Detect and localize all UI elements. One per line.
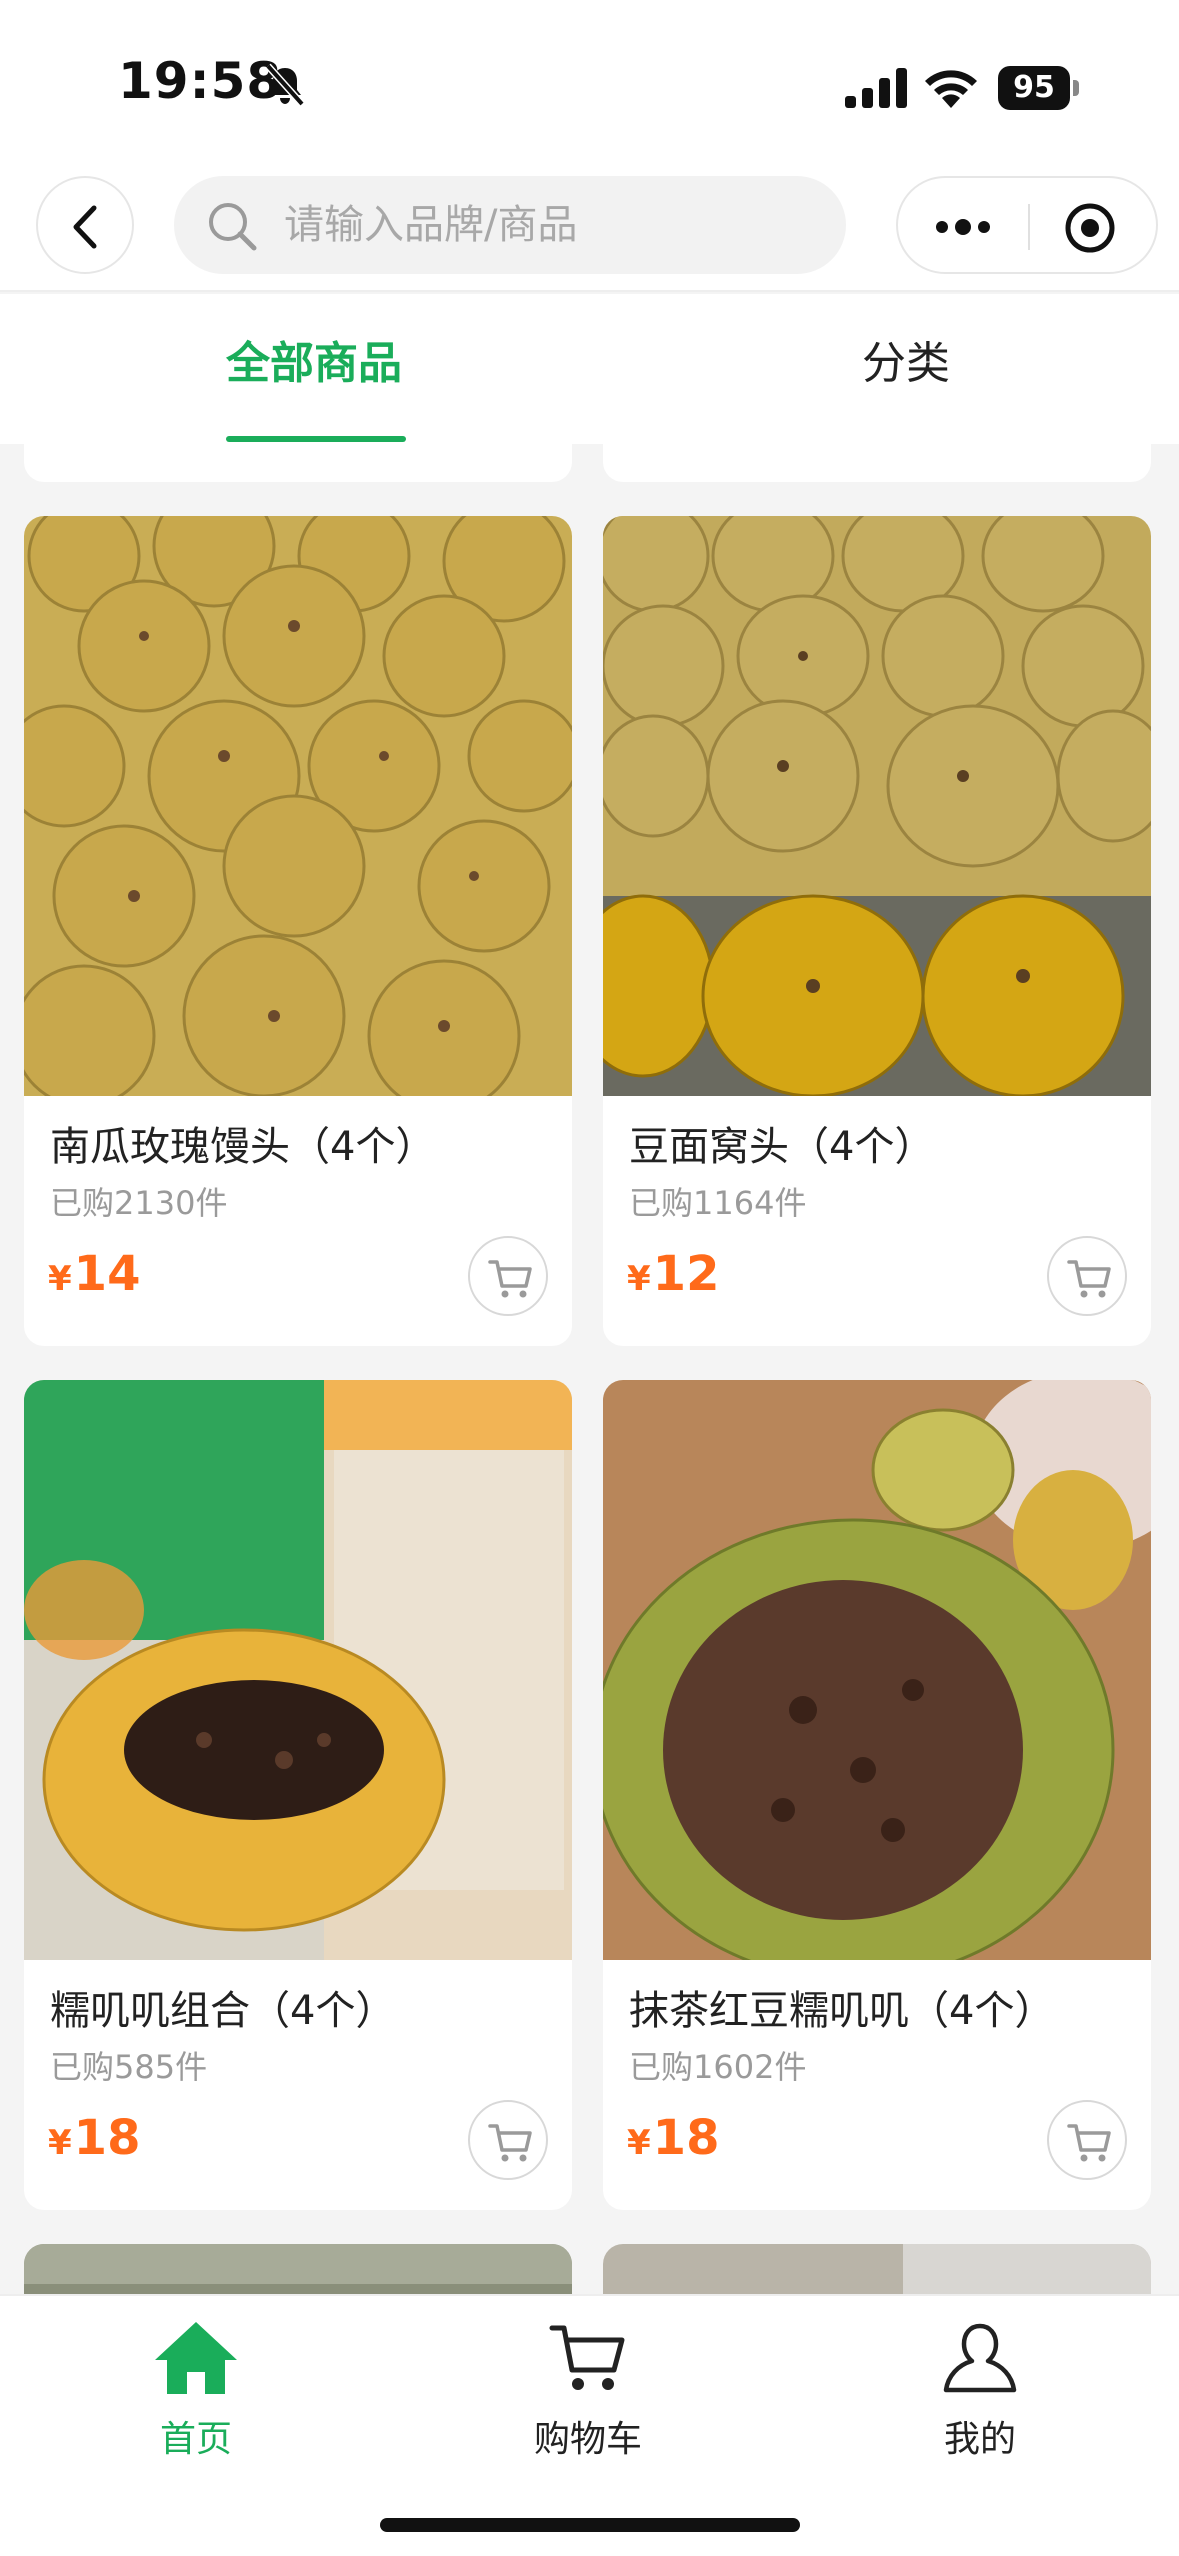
currency-symbol: ¥ [627,2123,651,2163]
cart-icon [1067,2124,1111,2162]
product-price: ¥12 [627,1246,719,1302]
product-card-partial[interactable] [24,2244,572,2294]
wifi-icon [925,70,977,108]
product-info: 糯叽叽组合（4个） 已购585件 ¥18 [24,1960,572,2210]
cart-icon [549,2325,625,2390]
product-title[interactable]: 糯叽叽组合（4个） [50,1978,395,2036]
nav-bar [0,160,1179,292]
tabbar-item-home[interactable]: 首页 [96,2310,296,2480]
bell-off-icon [265,63,305,107]
search-icon [209,203,257,251]
home-icon [155,2322,237,2394]
cart-icon [1067,1260,1111,1298]
add-to-cart-button[interactable] [1047,2100,1127,2180]
product-info: 南瓜玫瑰馒头（4个） 已购2130件 ¥14 [24,1096,572,1346]
battery-indicator: 95 [998,66,1080,110]
more-icon[interactable] [928,202,998,252]
product-card[interactable]: 豆面窝头（4个） 已购1164件 ¥12 [603,516,1151,1346]
battery-tip [1073,80,1079,96]
product-sold-count: 已购2130件 [50,1184,228,1222]
product-card[interactable]: 糯叽叽组合（4个） 已购585件 ¥18 [24,1380,572,2210]
product-sold-count: 已购1602件 [629,2048,807,2086]
product-image [24,516,572,1096]
product-card-partial[interactable] [603,444,1151,482]
user-icon [943,2323,1017,2393]
app-screen: 19:58 95 请输入品牌/商品 全部商品 分类 南瓜玫瑰馒头（4个） 已购2… [0,0,1179,2556]
signal-icon [845,68,907,108]
product-image [603,2244,1151,2294]
product-info: 豆面窝头（4个） 已购1164件 ¥12 [603,1096,1151,1346]
product-price: ¥18 [627,2110,719,2166]
product-title[interactable]: 豆面窝头（4个） [629,1114,934,1172]
price-value: 14 [73,1246,141,1302]
cart-icon [488,2124,532,2162]
add-to-cart-button[interactable] [468,2100,548,2180]
currency-symbol: ¥ [627,1259,651,1299]
product-card-partial[interactable] [603,2244,1151,2294]
battery-level: 95 [998,66,1070,110]
product-grid: 南瓜玫瑰馒头（4个） 已购2130件 ¥14 豆面窝头（4个） 已购1164件 … [0,444,1179,2294]
back-button[interactable] [36,176,134,274]
miniprogram-capsule [896,176,1158,274]
product-image [603,516,1151,1096]
product-card[interactable]: 抹茶红豆糯叽叽（4个） 已购1602件 ¥18 [603,1380,1151,2210]
add-to-cart-button[interactable] [468,1236,548,1316]
capsule-divider [1028,204,1030,250]
product-title[interactable]: 抹茶红豆糯叽叽（4个） [629,1978,1054,2036]
price-value: 18 [73,2110,141,2166]
tabbar-item-cart[interactable]: 购物车 [488,2310,688,2480]
product-card[interactable]: 南瓜玫瑰馒头（4个） 已购2130件 ¥14 [24,516,572,1346]
price-value: 18 [652,2110,720,2166]
add-to-cart-button[interactable] [1047,1236,1127,1316]
tab-active-underline [226,436,406,442]
search-bar[interactable] [174,176,846,274]
product-info: 抹茶红豆糯叽叽（4个） 已购1602件 ¥18 [603,1960,1151,2210]
status-bar: 19:58 95 [0,0,1179,160]
currency-symbol: ¥ [48,1259,72,1299]
bottom-tab-bar: 首页 购物车 我的 [0,2294,1179,2556]
price-value: 12 [652,1246,720,1302]
search-input[interactable] [284,176,824,274]
product-title[interactable]: 南瓜玫瑰馒头（4个） [50,1114,435,1172]
product-price: ¥14 [48,1246,140,1302]
tab-all-products[interactable]: 全部商品 [226,334,402,394]
status-time: 19:58 [118,52,283,110]
home-indicator[interactable] [380,2518,800,2532]
cart-icon [488,1260,532,1298]
tabbar-label: 购物车 [533,2419,642,2460]
tabbar-item-mine[interactable]: 我的 [880,2310,1080,2480]
currency-symbol: ¥ [48,2123,72,2163]
product-image [24,2244,572,2294]
category-tabs: 全部商品 分类 [0,294,1179,444]
tabbar-label: 首页 [159,2419,232,2460]
close-target-icon[interactable] [1062,200,1118,256]
product-image [24,1380,572,1960]
product-sold-count: 已购1164件 [629,1184,807,1222]
product-card-partial[interactable] [24,444,572,482]
product-image [603,1380,1151,1960]
product-sold-count: 已购585件 [50,2048,208,2086]
tab-category[interactable]: 分类 [862,334,950,394]
product-price: ¥18 [48,2110,140,2166]
tabbar-label: 我的 [943,2419,1016,2460]
chevron-left-icon [73,205,97,249]
